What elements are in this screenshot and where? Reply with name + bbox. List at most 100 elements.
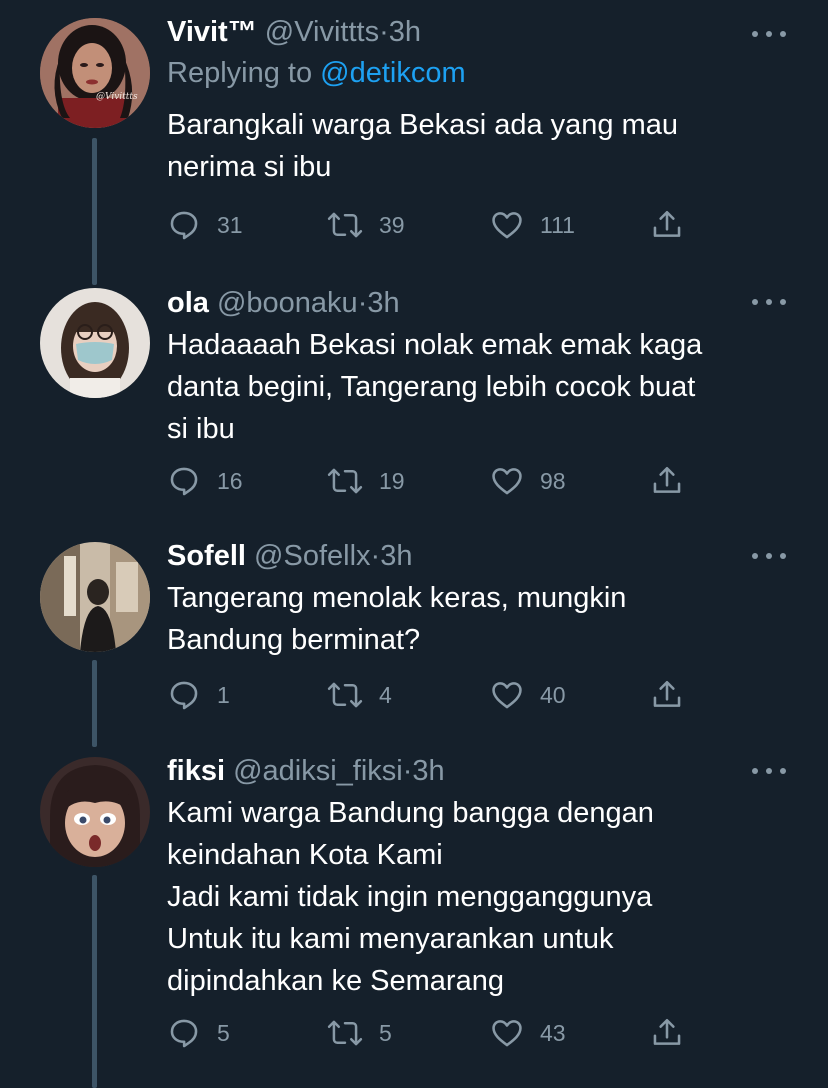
tweet-header: fiksi @adiksi_fiksi·3h — [167, 751, 787, 791]
tweet-text-line: danta begini, Tangerang lebih cocok buat — [167, 371, 696, 403]
reply-icon — [170, 681, 198, 710]
retweet-button[interactable]: 19 — [327, 463, 405, 499]
avatar-watermark: @Vivittts — [96, 92, 138, 102]
timestamp[interactable]: 3h — [389, 16, 421, 48]
more-options-icon[interactable] — [752, 296, 786, 308]
replying-to-line: Replying to @detikcom — [167, 52, 787, 94]
tweet-text-line: Tangerang menolak keras, mungkin — [167, 582, 627, 614]
like-button[interactable]: 111 — [490, 207, 575, 243]
share-icon — [653, 466, 681, 493]
reply-count: 5 — [217, 1019, 230, 1046]
heart-icon — [492, 212, 522, 239]
timestamp[interactable]: 3h — [380, 540, 412, 572]
tweet-text-line: Jadi kami tidak ingin mengganggunya — [167, 881, 653, 913]
separator-dot: · — [402, 755, 413, 787]
tweet-header: Sofell @Sofellx·3h — [167, 536, 787, 576]
tweet-text: Tangerang menolak keras, mungkin Bandung… — [167, 577, 787, 661]
tweet-text-line: Hadaaaah Bekasi nolak emak emak kaga — [167, 329, 703, 361]
more-options-icon[interactable] — [752, 550, 786, 562]
reply-button[interactable]: 5 — [167, 1015, 230, 1051]
like-count: 98 — [540, 467, 566, 494]
reply-icon — [170, 211, 198, 240]
like-button[interactable]: 40 — [490, 677, 566, 713]
user-handle[interactable]: @adiksi_fiksi — [233, 755, 403, 787]
timestamp[interactable]: 3h — [367, 287, 399, 319]
heart-icon — [492, 682, 522, 709]
share-button[interactable] — [650, 677, 684, 713]
like-count: 111 — [540, 211, 575, 238]
reply-button[interactable]: 1 — [167, 677, 230, 713]
mention-link[interactable]: @detikcom — [320, 57, 465, 89]
tweet-text-line: nerima si ibu — [167, 151, 332, 183]
heart-icon — [492, 468, 522, 495]
retweet-icon — [327, 1020, 363, 1046]
separator-dot: · — [379, 16, 389, 48]
retweet-count: 5 — [379, 1019, 392, 1046]
display-name[interactable]: fiksi — [167, 755, 225, 787]
tweet-text-line: si ibu — [167, 413, 235, 445]
tweet-text: Hadaaaah Bekasi nolak emak emak kaga dan… — [167, 324, 787, 450]
tweet-text-line: Kami warga Bandung bangga dengan — [167, 797, 654, 829]
avatar[interactable]: @Vivittts — [40, 18, 150, 128]
tweet-text-line: Untuk itu kami menyarankan untuk — [167, 923, 614, 955]
replying-to-label: Replying to — [167, 57, 313, 89]
thread-line — [92, 875, 97, 1088]
more-options-icon[interactable] — [752, 28, 786, 40]
share-button[interactable] — [650, 1015, 684, 1051]
avatar[interactable] — [40, 288, 150, 398]
tweet-actions: 5 5 43 — [167, 1015, 727, 1051]
tweet[interactable]: ola @boonaku·3h Hadaaaah Bekasi nolak em… — [0, 285, 828, 532]
like-button[interactable]: 43 — [490, 1015, 566, 1051]
tweet-text-line: Bandung berminat? — [167, 624, 421, 656]
tweet[interactable]: Sofell @Sofellx·3h Tangerang menolak ker… — [0, 532, 828, 747]
more-options-icon[interactable] — [752, 765, 786, 777]
retweet-icon — [327, 682, 363, 708]
tweet[interactable]: fiksi @adiksi_fiksi·3h Kami warga Bandun… — [0, 747, 828, 1088]
tweet-text: Kami warga Bandung bangga dengan keindah… — [167, 792, 787, 1002]
tweet-actions: 31 39 111 — [167, 207, 727, 243]
tweet-text-line: dipindahkan ke Semarang — [167, 965, 504, 997]
tweet-text-line: Barangkali warga Bekasi ada yang mau — [167, 109, 679, 141]
separator-dot: · — [357, 287, 368, 319]
tweet-actions: 1 4 40 — [167, 677, 727, 713]
reply-count: 31 — [217, 211, 243, 238]
retweet-button[interactable]: 39 — [327, 207, 405, 243]
reply-button[interactable]: 31 — [167, 207, 243, 243]
reply-button[interactable]: 16 — [167, 463, 243, 499]
tweet[interactable]: @Vivittts Vivit™ @Vivittts·3h Replying t… — [0, 0, 828, 285]
tweet-header: ola @boonaku·3h — [167, 283, 787, 323]
reply-count: 16 — [217, 467, 243, 494]
retweet-icon — [327, 468, 363, 494]
retweet-icon — [327, 212, 363, 238]
reply-icon — [170, 467, 198, 496]
avatar[interactable] — [40, 757, 150, 867]
retweet-button[interactable]: 4 — [327, 677, 392, 713]
display-name[interactable]: ola — [167, 287, 209, 319]
heart-icon — [492, 1020, 522, 1047]
retweet-count: 39 — [379, 211, 405, 238]
reply-icon — [170, 1019, 198, 1048]
like-count: 43 — [540, 1019, 566, 1046]
tweet-text: Barangkali warga Bekasi ada yang mau ner… — [167, 104, 787, 188]
share-icon — [653, 680, 681, 707]
tweet-actions: 16 19 98 — [167, 463, 727, 499]
tweet-header: Vivit™ @Vivittts·3h — [167, 12, 787, 52]
like-count: 40 — [540, 681, 566, 708]
separator-dot: · — [370, 540, 381, 572]
share-icon — [653, 210, 681, 237]
timestamp[interactable]: 3h — [412, 755, 444, 787]
avatar[interactable] — [40, 542, 150, 652]
user-handle[interactable]: @Vivittts — [265, 16, 379, 48]
retweet-count: 19 — [379, 467, 405, 494]
retweet-button[interactable]: 5 — [327, 1015, 392, 1051]
thread-line — [92, 660, 97, 747]
share-button[interactable] — [650, 463, 684, 499]
user-handle[interactable]: @boonaku — [217, 287, 358, 319]
user-handle[interactable]: @Sofellx — [254, 540, 370, 572]
share-button[interactable] — [650, 207, 684, 243]
tweet-thread: @Vivittts Vivit™ @Vivittts·3h Replying t… — [0, 0, 828, 1088]
like-button[interactable]: 98 — [490, 463, 566, 499]
display-name[interactable]: Vivit™ — [167, 16, 257, 48]
display-name[interactable]: Sofell — [167, 540, 246, 572]
reply-count: 1 — [217, 681, 230, 708]
